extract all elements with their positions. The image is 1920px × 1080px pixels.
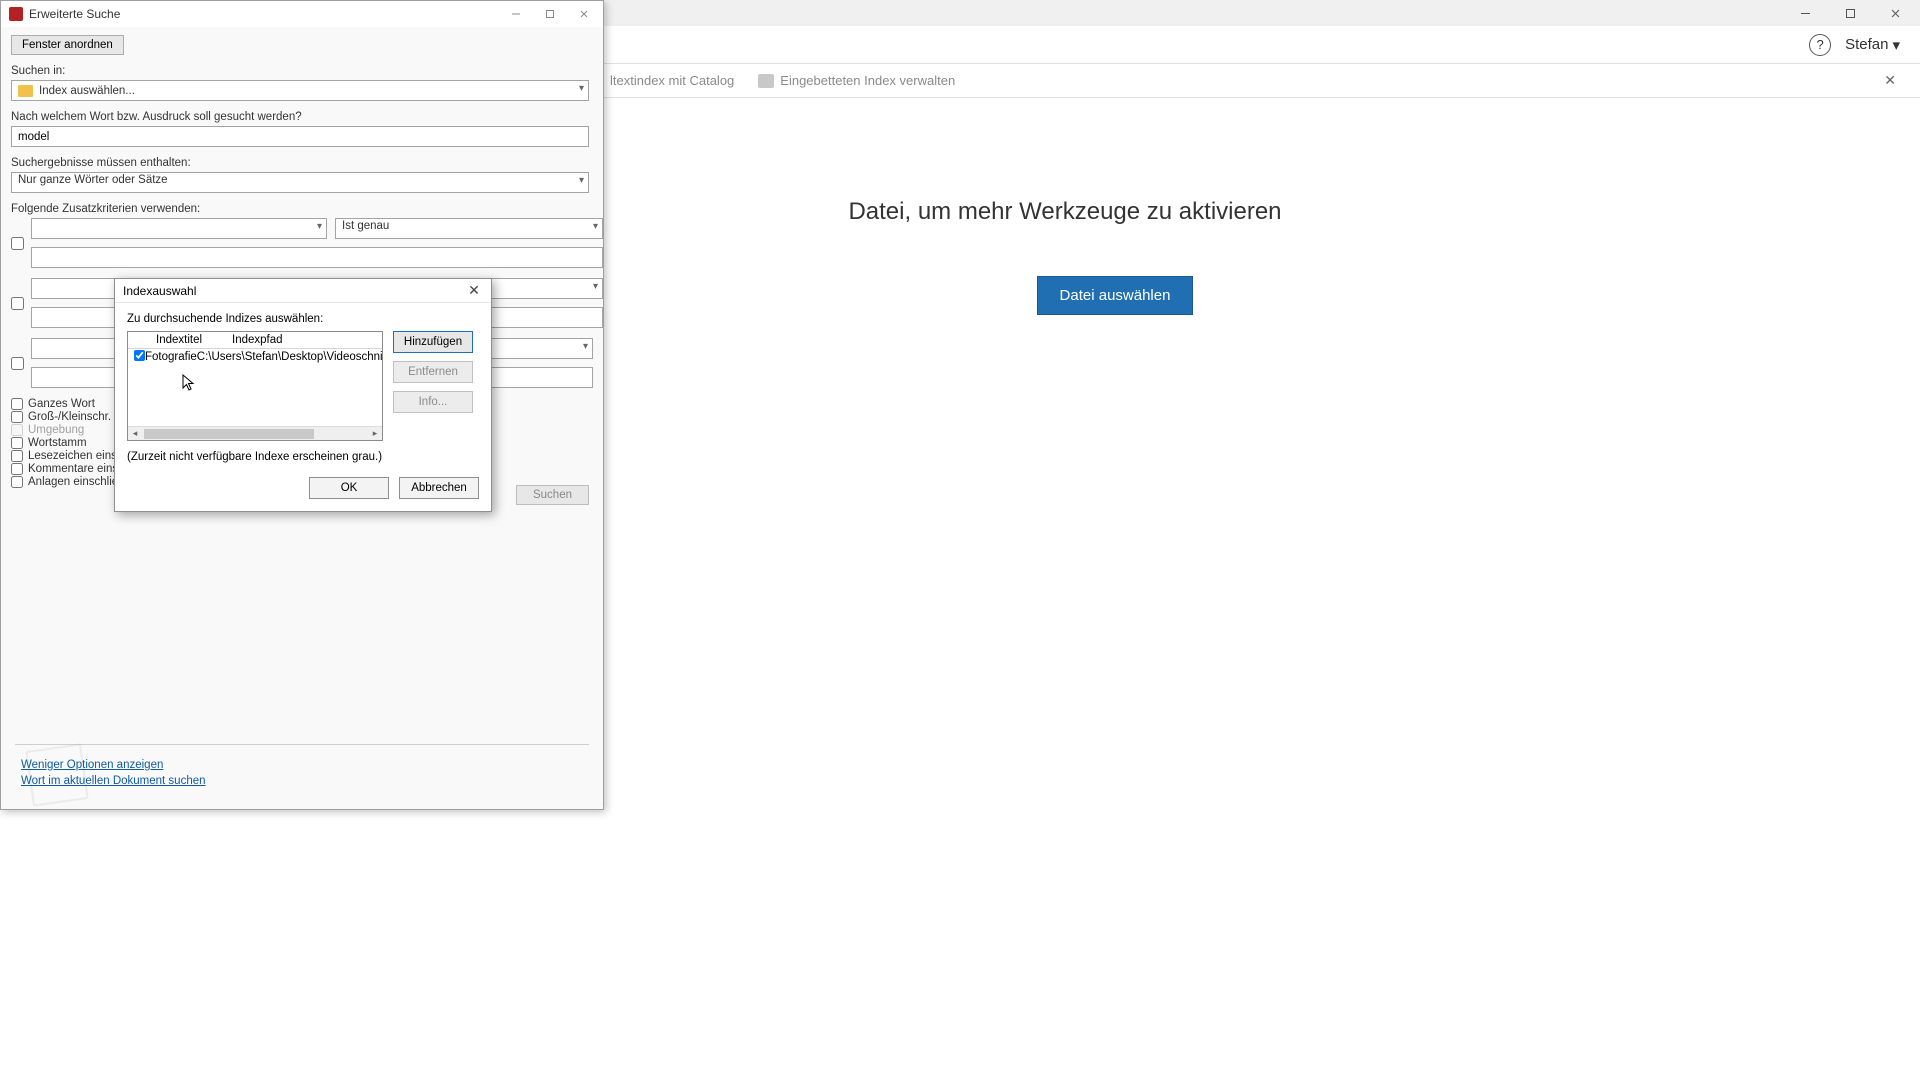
- search-in-label: Suchen in:: [11, 65, 593, 77]
- info-button: Info...: [393, 391, 473, 413]
- divider: [15, 744, 589, 745]
- search-close-button[interactable]: [567, 3, 601, 25]
- index-list[interactable]: Indextitel Indexpfad Fotografie C:\Users…: [127, 331, 383, 441]
- attachments-checkbox[interactable]: [11, 476, 23, 488]
- results-value: Nur ganze Wörter oder Sätze: [18, 174, 168, 186]
- help-icon[interactable]: ?: [1809, 34, 1831, 56]
- doc-search-link[interactable]: Wort im aktuellen Dokument suchen: [21, 775, 206, 787]
- toolbar-catalog-item[interactable]: ltextindex mit Catalog: [610, 73, 734, 88]
- select-file-button[interactable]: Datei auswählen: [1037, 276, 1194, 315]
- user-menu[interactable]: Stefan ▾: [1845, 36, 1900, 54]
- criteria-label: Folgende Zusatzkriterien verwenden:: [11, 203, 593, 215]
- main-maximize-button[interactable]: [1828, 1, 1873, 25]
- less-options-link[interactable]: Weniger Optionen anzeigen: [21, 759, 206, 771]
- results-label: Suchergebnisse müssen enthalten:: [11, 157, 593, 169]
- search-in-value: Index auswählen...: [39, 85, 135, 97]
- chevron-down-icon: ▾: [1892, 36, 1900, 54]
- bookmarks-checkbox[interactable]: [11, 450, 23, 462]
- col-header-title[interactable]: Indextitel: [150, 332, 226, 348]
- index-row-checkbox[interactable]: [134, 350, 145, 361]
- search-titlebar: Erweiterte Suche: [1, 1, 603, 27]
- search-button[interactable]: Suchen: [516, 485, 589, 505]
- add-button[interactable]: Hinzufügen: [393, 331, 473, 353]
- stem-checkbox[interactable]: [11, 437, 23, 449]
- scroll-thumb[interactable]: [144, 429, 314, 439]
- index-selection-dialog: Indexauswahl ✕ Zu durchsuchende Indizes …: [114, 278, 492, 512]
- criteria-3-checkbox[interactable]: [11, 357, 24, 370]
- dialog-titlebar: Indexauswahl ✕: [115, 279, 491, 303]
- dialog-note: (Zurzeit nicht verfügbare Indexe erschei…: [127, 451, 479, 463]
- ok-button[interactable]: OK: [309, 477, 389, 499]
- search-in-select[interactable]: Index auswählen...: [11, 80, 589, 101]
- folder-icon: [18, 85, 33, 97]
- criteria-1-value-input[interactable]: [31, 247, 603, 268]
- index-row-path: C:\Users\Stefan\Desktop\Videoschnit: [197, 351, 383, 363]
- scroll-right-icon[interactable]: ▸: [368, 428, 382, 439]
- search-window-title: Erweiterte Suche: [29, 7, 120, 21]
- criteria-1-operator-value: Ist genau: [342, 220, 389, 232]
- criteria-2-checkbox[interactable]: [11, 297, 24, 310]
- proximity-label: Umgebung: [28, 424, 84, 436]
- cancel-button[interactable]: Abbrechen: [399, 477, 479, 499]
- dialog-body: Zu durchsuchende Indizes auswählen: Inde…: [115, 303, 491, 511]
- query-input[interactable]: [11, 126, 589, 147]
- toolbar-close-button[interactable]: ✕: [1884, 72, 1896, 89]
- case-sensitive-checkbox[interactable]: [11, 411, 23, 423]
- user-name: Stefan: [1845, 36, 1888, 53]
- horizontal-scrollbar[interactable]: ◂ ▸: [128, 426, 382, 440]
- index-row-title: Fotografie: [145, 351, 197, 363]
- criteria-1-operator-select[interactable]: Ist genau: [335, 218, 603, 239]
- results-select[interactable]: Nur ganze Wörter oder Sätze: [11, 172, 589, 193]
- toolbar-embedded-item[interactable]: Eingebetteten Index verwalten: [758, 73, 955, 88]
- main-close-button[interactable]: [1873, 1, 1918, 25]
- footer-links: Weniger Optionen anzeigen Wort im aktuel…: [21, 755, 206, 791]
- whole-word-label: Ganzes Wort: [28, 398, 95, 410]
- criteria-1-checkbox[interactable]: [11, 237, 24, 250]
- dialog-prompt: Zu durchsuchende Indizes auswählen:: [127, 313, 479, 325]
- comments-checkbox[interactable]: [11, 463, 23, 475]
- search-minimize-button[interactable]: [499, 3, 533, 25]
- embedded-index-icon: [758, 74, 774, 88]
- pdf-icon: [9, 7, 23, 21]
- proximity-checkbox: [11, 424, 23, 436]
- query-label: Nach welchem Wort bzw. Ausdruck soll ges…: [11, 111, 593, 123]
- whole-word-checkbox[interactable]: [11, 398, 23, 410]
- arrange-windows-button[interactable]: Fenster anordnen: [11, 35, 124, 55]
- scroll-left-icon[interactable]: ◂: [128, 428, 142, 439]
- list-header: Indextitel Indexpfad: [128, 332, 382, 349]
- list-item[interactable]: Fotografie C:\Users\Stefan\Desktop\Video…: [128, 349, 382, 365]
- remove-button: Entfernen: [393, 361, 473, 383]
- criteria-1-field-select[interactable]: [31, 218, 327, 239]
- toolbar-embedded-label: Eingebetteten Index verwalten: [780, 73, 955, 88]
- col-header-path[interactable]: Indexpfad: [226, 332, 382, 348]
- main-minimize-button[interactable]: [1783, 1, 1828, 25]
- dialog-close-button[interactable]: ✕: [463, 282, 485, 299]
- case-sensitive-label: Groß-/Kleinschr.: [28, 411, 111, 423]
- stem-label: Wortstamm: [28, 437, 87, 449]
- search-maximize-button[interactable]: [533, 3, 567, 25]
- dialog-title: Indexauswahl: [123, 284, 196, 298]
